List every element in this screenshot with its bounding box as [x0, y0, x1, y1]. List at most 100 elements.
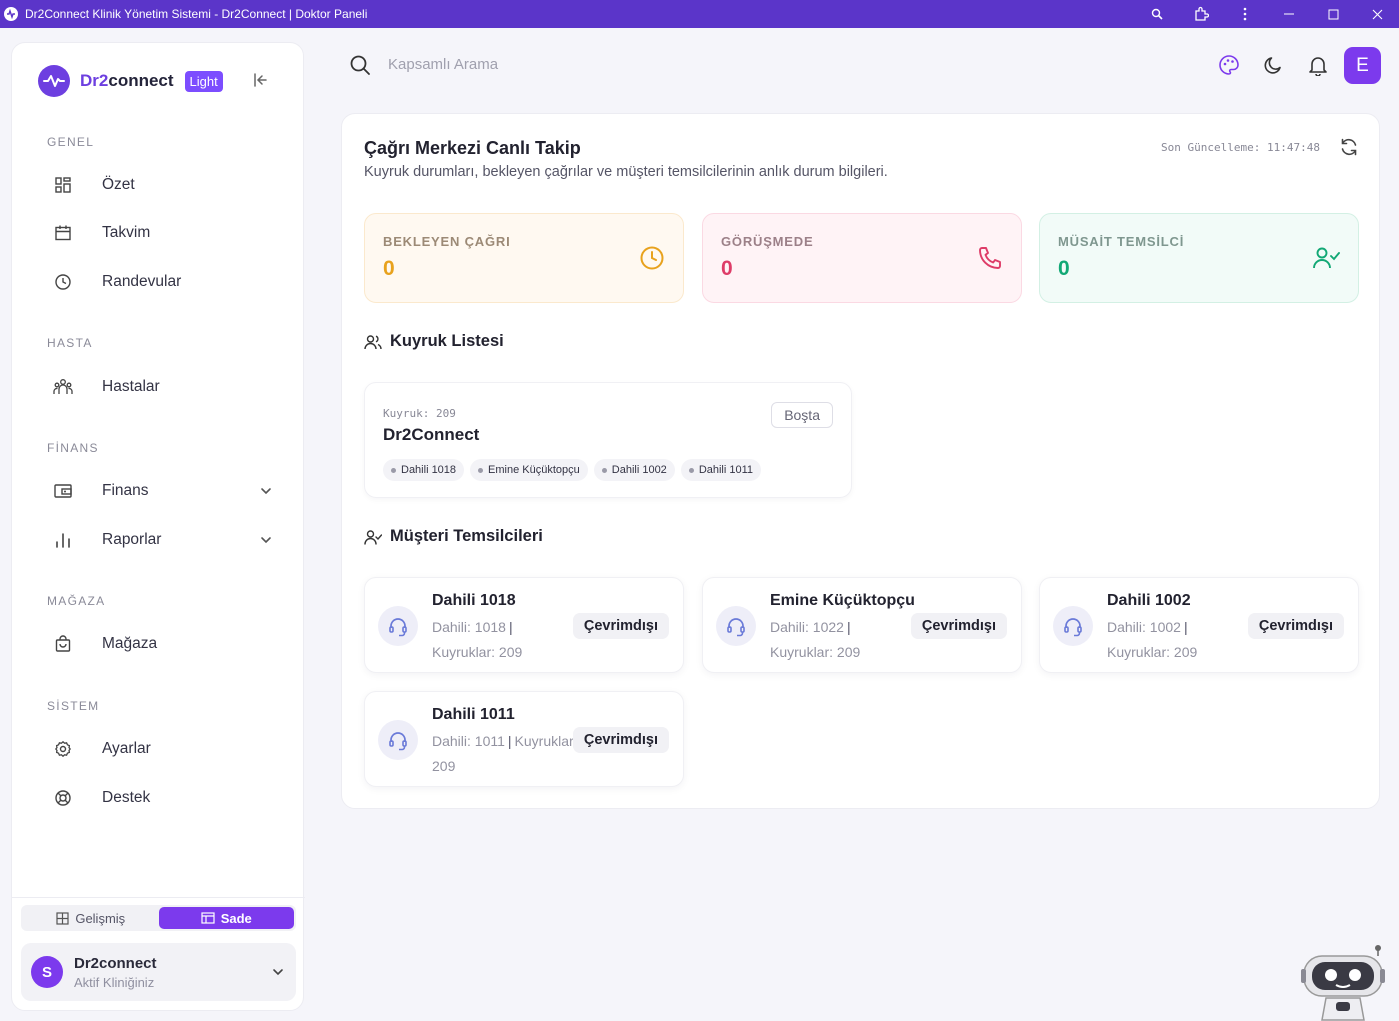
- section-title-finans: FİNANS: [47, 441, 99, 455]
- stat-card-available: MÜSAİT TEMSİLCİ 0: [1039, 213, 1359, 303]
- queue-name: Dr2Connect: [383, 425, 480, 444]
- sidebar-item-finans[interactable]: Finans: [52, 475, 274, 507]
- queue-status-badge: Boşta: [771, 402, 833, 428]
- bar-chart-icon: [52, 529, 74, 551]
- page-description: Kuyruk durumları, bekleyen çağrılar ve m…: [364, 164, 888, 180]
- zoom-icon[interactable]: [1135, 0, 1179, 28]
- clinic-switcher[interactable]: S Dr2connect Aktif Kliniğiniz: [21, 943, 296, 1001]
- maximize-icon[interactable]: [1311, 0, 1355, 28]
- moon-icon[interactable]: [1261, 53, 1285, 77]
- calendar-icon: [52, 222, 74, 244]
- agent-card[interactable]: Dahili 1018 Dahili: 1018 | Kuyruklar: 209 …: [364, 577, 684, 673]
- sidebar-item-label: Mağaza: [102, 635, 158, 652]
- stat-value: 0: [383, 257, 395, 280]
- stat-value: 0: [1058, 257, 1070, 280]
- stat-card-waiting: BEKLEYEN ÇAĞRI 0: [364, 213, 684, 303]
- minimize-icon[interactable]: [1267, 0, 1311, 28]
- stat-label: GÖRÜŞMEDE: [721, 234, 814, 249]
- headset-icon: [378, 720, 418, 760]
- search-icon[interactable]: [349, 54, 371, 76]
- close-icon[interactable]: [1355, 0, 1399, 28]
- headset-icon: [1053, 606, 1093, 646]
- queue-card[interactable]: Kuyruk: 209 Dr2Connect Boşta Dahili 1018…: [364, 382, 852, 498]
- clock-icon: [639, 245, 665, 271]
- agent-status-badge: Çevrimdışı: [910, 613, 1007, 639]
- chevron-down-icon[interactable]: [258, 483, 274, 499]
- agent-card[interactable]: Dahili 1002 Dahili: 1002 | Kuyruklar: 209 …: [1039, 577, 1359, 673]
- clinic-name: Dr2connect: [74, 954, 157, 972]
- palette-icon[interactable]: [1217, 53, 1241, 77]
- queue-list-title: Kuyruk Listesi: [364, 332, 504, 351]
- sidebar-item-label: Hastalar: [102, 378, 160, 395]
- sidebar-item-label: Destek: [102, 789, 151, 806]
- mode-advanced-button[interactable]: Gelişmiş: [23, 907, 159, 929]
- agent-card[interactable]: Emine Küçüktopçu Dahili: 1022 | Kuyruklar:…: [702, 577, 1022, 673]
- sidebar-item-magaza[interactable]: Mağaza: [52, 628, 274, 660]
- sidebar-item-label: Randevular: [102, 273, 182, 290]
- users-icon: [364, 334, 382, 350]
- refresh-icon[interactable]: [1339, 137, 1359, 157]
- agent-details: Dahili: 1022 | Kuyruklar: 209: [770, 619, 861, 660]
- section-title-genel: GENEL: [47, 135, 95, 149]
- sidebar-item-label: Finans: [102, 482, 149, 499]
- brand[interactable]: Dr2connect Light: [38, 65, 223, 97]
- sidebar-item-label: Özet: [102, 176, 135, 193]
- headset-icon: [716, 606, 756, 646]
- mode-simple-button[interactable]: Sade: [158, 907, 294, 929]
- agent-name: Emine Küçüktopçu: [770, 592, 915, 609]
- clinic-avatar: S: [31, 956, 63, 988]
- sidebar-item-hastalar[interactable]: Hastalar: [52, 371, 274, 403]
- queue-member-chip: Emine Küçüktopçu: [470, 459, 588, 481]
- queue-number: Kuyruk: 209: [383, 407, 456, 420]
- section-title-hasta: HASTA: [47, 336, 93, 350]
- queue-member-chip: Dahili 1011: [680, 459, 762, 481]
- layout-grid-icon: [56, 911, 69, 925]
- wallet-icon: [52, 480, 74, 502]
- sidebar-item-ozet[interactable]: Özet: [52, 169, 274, 201]
- queue-members: Dahili 1018 Emine Küçüktopçu Dahili 1002…: [383, 459, 762, 481]
- agent-card[interactable]: Dahili 1011 Dahili: 1011 | Kuyruklar: 209 …: [364, 691, 684, 787]
- agent-details: Dahili: 1002 | Kuyruklar: 209: [1107, 619, 1198, 660]
- theme-badge: Light: [184, 70, 223, 92]
- agent-details: Dahili: 1018 | Kuyruklar: 209: [432, 619, 523, 660]
- extensions-icon[interactable]: [1179, 0, 1223, 28]
- sidebar-item-raporlar[interactable]: Raporlar: [52, 524, 274, 556]
- chevron-down-icon[interactable]: [258, 532, 274, 548]
- agent-status-badge: Çevrimdışı: [572, 613, 669, 639]
- sidebar-item-ayarlar[interactable]: Ayarlar: [52, 733, 274, 765]
- more-menu-icon[interactable]: [1223, 0, 1267, 28]
- stat-value: 0: [721, 257, 733, 280]
- gear-icon: [52, 738, 74, 760]
- collapse-sidebar-icon[interactable]: [252, 71, 270, 89]
- agents-title: Müşteri Temsilcileri: [364, 527, 543, 546]
- stat-label: MÜSAİT TEMSİLCİ: [1058, 234, 1185, 249]
- shopping-bag-icon: [52, 633, 74, 655]
- stat-card-in-call: GÖRÜŞMEDE 0: [702, 213, 1022, 303]
- section-title-magaza: MAĞAZA: [47, 594, 106, 608]
- search-input[interactable]: [388, 52, 788, 76]
- sidebar-item-randevular[interactable]: Randevular: [52, 266, 274, 298]
- stat-label: BEKLEYEN ÇAĞRI: [383, 234, 511, 249]
- sidebar-item-destek[interactable]: Destek: [52, 782, 274, 814]
- assistant-robot-icon[interactable]: [1298, 944, 1388, 1021]
- agent-name: Dahili 1002: [1107, 592, 1191, 609]
- section-title-sistem: SİSTEM: [47, 699, 100, 713]
- sidebar-item-takvim[interactable]: Takvim: [52, 217, 274, 249]
- agent-name: Dahili 1011: [432, 706, 515, 723]
- queue-member-chip: Dahili 1002: [593, 459, 675, 481]
- clock-icon: [52, 271, 74, 293]
- queue-member-chip: Dahili 1018: [383, 459, 465, 481]
- call-center-panel: Çağrı Merkezi Canlı Takip Kuyruk durumla…: [341, 113, 1380, 809]
- sidebar-divider: [12, 897, 305, 898]
- user-check-icon: [1312, 245, 1340, 271]
- sidebar-item-label: Raporlar: [102, 531, 162, 548]
- bell-icon[interactable]: [1306, 53, 1330, 77]
- phone-icon: [977, 245, 1003, 271]
- window-titlebar: Dr2Connect Klinik Yönetim Sistemi - Dr2C…: [0, 0, 1399, 28]
- last-update-time: Son Güncelleme: 11:47:48: [1161, 141, 1320, 154]
- user-avatar[interactable]: E: [1344, 47, 1381, 84]
- sidebar-item-label: Takvim: [102, 224, 151, 241]
- user-check-icon: [364, 529, 382, 545]
- agent-status-badge: Çevrimdışı: [1247, 613, 1344, 639]
- chevron-down-icon: [270, 964, 286, 980]
